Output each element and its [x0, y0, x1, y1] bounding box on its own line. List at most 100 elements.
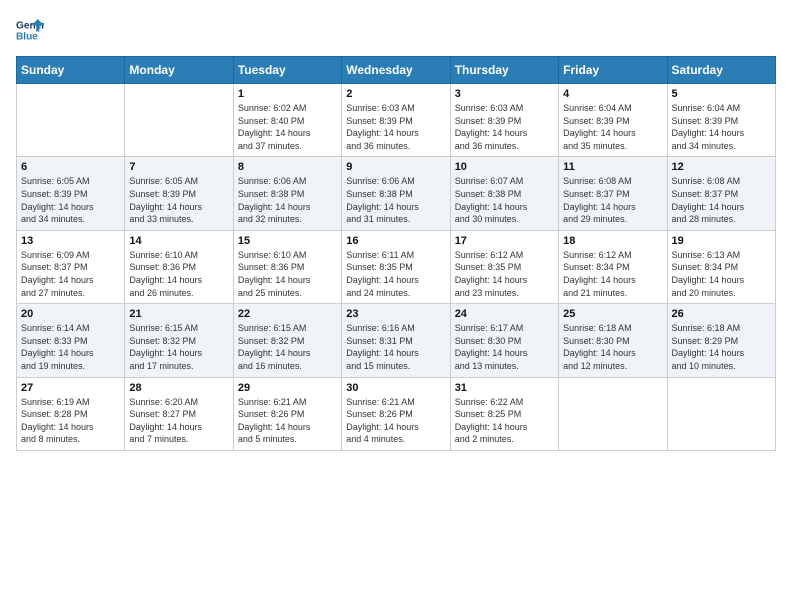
calendar-day-cell	[125, 84, 233, 157]
day-number: 28	[129, 382, 228, 394]
day-info: Sunrise: 6:18 AM Sunset: 8:30 PM Dayligh…	[563, 322, 662, 372]
day-info: Sunrise: 6:12 AM Sunset: 8:35 PM Dayligh…	[455, 249, 554, 299]
calendar-day-cell: 5 Sunrise: 6:04 AM Sunset: 8:39 PM Daylig…	[667, 84, 775, 157]
day-info: Sunrise: 6:02 AM Sunset: 8:40 PM Dayligh…	[238, 102, 337, 152]
calendar-day-cell: 30 Sunrise: 6:21 AM Sunset: 8:26 PM Dayli…	[342, 377, 450, 450]
calendar-day-cell: 21 Sunrise: 6:15 AM Sunset: 8:32 PM Dayli…	[125, 304, 233, 377]
calendar-day-cell: 29 Sunrise: 6:21 AM Sunset: 8:26 PM Dayli…	[233, 377, 341, 450]
calendar-day-cell: 16 Sunrise: 6:11 AM Sunset: 8:35 PM Dayli…	[342, 230, 450, 303]
calendar-week-row: 13 Sunrise: 6:09 AM Sunset: 8:37 PM Dayli…	[17, 230, 776, 303]
day-number: 13	[21, 235, 120, 247]
calendar-day-cell: 22 Sunrise: 6:15 AM Sunset: 8:32 PM Dayli…	[233, 304, 341, 377]
calendar-day-cell: 23 Sunrise: 6:16 AM Sunset: 8:31 PM Dayli…	[342, 304, 450, 377]
day-number: 1	[238, 88, 337, 100]
calendar-day-cell: 17 Sunrise: 6:12 AM Sunset: 8:35 PM Dayli…	[450, 230, 558, 303]
day-number: 6	[21, 161, 120, 173]
calendar-day-cell: 28 Sunrise: 6:20 AM Sunset: 8:27 PM Dayli…	[125, 377, 233, 450]
calendar-table: SundayMondayTuesdayWednesdayThursdayFrid…	[16, 56, 776, 451]
day-info: Sunrise: 6:08 AM Sunset: 8:37 PM Dayligh…	[563, 175, 662, 225]
day-info: Sunrise: 6:19 AM Sunset: 8:28 PM Dayligh…	[21, 396, 120, 446]
weekday-header-wednesday: Wednesday	[342, 57, 450, 84]
calendar-day-cell: 3Sunrise: 6:03 AM Sunset: 8:39 PM Daylig…	[450, 84, 558, 157]
day-number: 22	[238, 308, 337, 320]
calendar-day-cell	[667, 377, 775, 450]
day-number: 7	[129, 161, 228, 173]
day-info: Sunrise: 6:22 AM Sunset: 8:25 PM Dayligh…	[455, 396, 554, 446]
day-info: Sunrise: 6:03 AM Sunset: 8:39 PM Dayligh…	[346, 102, 445, 152]
calendar-week-row: 20Sunrise: 6:14 AM Sunset: 8:33 PM Dayli…	[17, 304, 776, 377]
day-number: 23	[346, 308, 445, 320]
day-number: 15	[238, 235, 337, 247]
logo-icon: General Blue	[16, 16, 44, 44]
day-number: 24	[455, 308, 554, 320]
day-info: Sunrise: 6:11 AM Sunset: 8:35 PM Dayligh…	[346, 249, 445, 299]
calendar-day-cell: 8Sunrise: 6:06 AM Sunset: 8:38 PM Daylig…	[233, 157, 341, 230]
calendar-day-cell: 15 Sunrise: 6:10 AM Sunset: 8:36 PM Dayli…	[233, 230, 341, 303]
day-info: Sunrise: 6:05 AM Sunset: 8:39 PM Dayligh…	[21, 175, 120, 225]
day-info: Sunrise: 6:15 AM Sunset: 8:32 PM Dayligh…	[129, 322, 228, 372]
calendar-day-cell: 4 Sunrise: 6:04 AM Sunset: 8:39 PM Daylig…	[559, 84, 667, 157]
day-info: Sunrise: 6:04 AM Sunset: 8:39 PM Dayligh…	[563, 102, 662, 152]
calendar-day-cell: 6 Sunrise: 6:05 AM Sunset: 8:39 PM Daylig…	[17, 157, 125, 230]
calendar-day-cell: 9 Sunrise: 6:06 AM Sunset: 8:38 PM Daylig…	[342, 157, 450, 230]
calendar-day-cell	[17, 84, 125, 157]
day-number: 27	[21, 382, 120, 394]
day-number: 25	[563, 308, 662, 320]
weekday-header-row: SundayMondayTuesdayWednesdayThursdayFrid…	[17, 57, 776, 84]
weekday-header-saturday: Saturday	[667, 57, 775, 84]
day-number: 21	[129, 308, 228, 320]
day-number: 19	[672, 235, 771, 247]
day-info: Sunrise: 6:07 AM Sunset: 8:38 PM Dayligh…	[455, 175, 554, 225]
day-number: 29	[238, 382, 337, 394]
calendar-day-cell: 18Sunrise: 6:12 AM Sunset: 8:34 PM Dayli…	[559, 230, 667, 303]
day-number: 9	[346, 161, 445, 173]
calendar-day-cell: 19Sunrise: 6:13 AM Sunset: 8:34 PM Dayli…	[667, 230, 775, 303]
calendar-day-cell: 26Sunrise: 6:18 AM Sunset: 8:29 PM Dayli…	[667, 304, 775, 377]
page-header: General Blue	[16, 16, 776, 44]
day-number: 10	[455, 161, 554, 173]
calendar-day-cell	[559, 377, 667, 450]
day-info: Sunrise: 6:10 AM Sunset: 8:36 PM Dayligh…	[238, 249, 337, 299]
day-number: 20	[21, 308, 120, 320]
calendar-day-cell: 10 Sunrise: 6:07 AM Sunset: 8:38 PM Dayli…	[450, 157, 558, 230]
day-info: Sunrise: 6:12 AM Sunset: 8:34 PM Dayligh…	[563, 249, 662, 299]
calendar-day-cell: 14Sunrise: 6:10 AM Sunset: 8:36 PM Dayli…	[125, 230, 233, 303]
weekday-header-sunday: Sunday	[17, 57, 125, 84]
logo: General Blue	[16, 16, 44, 44]
day-info: Sunrise: 6:20 AM Sunset: 8:27 PM Dayligh…	[129, 396, 228, 446]
day-number: 2	[346, 88, 445, 100]
calendar-day-cell: 13 Sunrise: 6:09 AM Sunset: 8:37 PM Dayli…	[17, 230, 125, 303]
day-info: Sunrise: 6:04 AM Sunset: 8:39 PM Dayligh…	[672, 102, 771, 152]
calendar-day-cell: 7 Sunrise: 6:05 AM Sunset: 8:39 PM Daylig…	[125, 157, 233, 230]
day-info: Sunrise: 6:08 AM Sunset: 8:37 PM Dayligh…	[672, 175, 771, 225]
calendar-day-cell: 27 Sunrise: 6:19 AM Sunset: 8:28 PM Dayli…	[17, 377, 125, 450]
day-number: 30	[346, 382, 445, 394]
calendar-day-cell: 12 Sunrise: 6:08 AM Sunset: 8:37 PM Dayli…	[667, 157, 775, 230]
calendar-day-cell: 2 Sunrise: 6:03 AM Sunset: 8:39 PM Daylig…	[342, 84, 450, 157]
day-info: Sunrise: 6:06 AM Sunset: 8:38 PM Dayligh…	[238, 175, 337, 225]
calendar-day-cell: 25 Sunrise: 6:18 AM Sunset: 8:30 PM Dayli…	[559, 304, 667, 377]
day-info: Sunrise: 6:06 AM Sunset: 8:38 PM Dayligh…	[346, 175, 445, 225]
weekday-header-friday: Friday	[559, 57, 667, 84]
weekday-header-tuesday: Tuesday	[233, 57, 341, 84]
day-info: Sunrise: 6:18 AM Sunset: 8:29 PM Dayligh…	[672, 322, 771, 372]
calendar-week-row: 27 Sunrise: 6:19 AM Sunset: 8:28 PM Dayli…	[17, 377, 776, 450]
day-info: Sunrise: 6:21 AM Sunset: 8:26 PM Dayligh…	[238, 396, 337, 446]
day-info: Sunrise: 6:15 AM Sunset: 8:32 PM Dayligh…	[238, 322, 337, 372]
calendar-week-row: 1 Sunrise: 6:02 AM Sunset: 8:40 PM Daylig…	[17, 84, 776, 157]
day-number: 5	[672, 88, 771, 100]
svg-text:Blue: Blue	[16, 31, 38, 42]
day-info: Sunrise: 6:16 AM Sunset: 8:31 PM Dayligh…	[346, 322, 445, 372]
day-info: Sunrise: 6:17 AM Sunset: 8:30 PM Dayligh…	[455, 322, 554, 372]
day-info: Sunrise: 6:05 AM Sunset: 8:39 PM Dayligh…	[129, 175, 228, 225]
calendar-day-cell: 24 Sunrise: 6:17 AM Sunset: 8:30 PM Dayli…	[450, 304, 558, 377]
day-info: Sunrise: 6:10 AM Sunset: 8:36 PM Dayligh…	[129, 249, 228, 299]
calendar-day-cell: 31Sunrise: 6:22 AM Sunset: 8:25 PM Dayli…	[450, 377, 558, 450]
day-number: 4	[563, 88, 662, 100]
day-number: 16	[346, 235, 445, 247]
day-info: Sunrise: 6:09 AM Sunset: 8:37 PM Dayligh…	[21, 249, 120, 299]
day-info: Sunrise: 6:21 AM Sunset: 8:26 PM Dayligh…	[346, 396, 445, 446]
day-number: 12	[672, 161, 771, 173]
day-number: 17	[455, 235, 554, 247]
calendar-day-cell: 1 Sunrise: 6:02 AM Sunset: 8:40 PM Daylig…	[233, 84, 341, 157]
